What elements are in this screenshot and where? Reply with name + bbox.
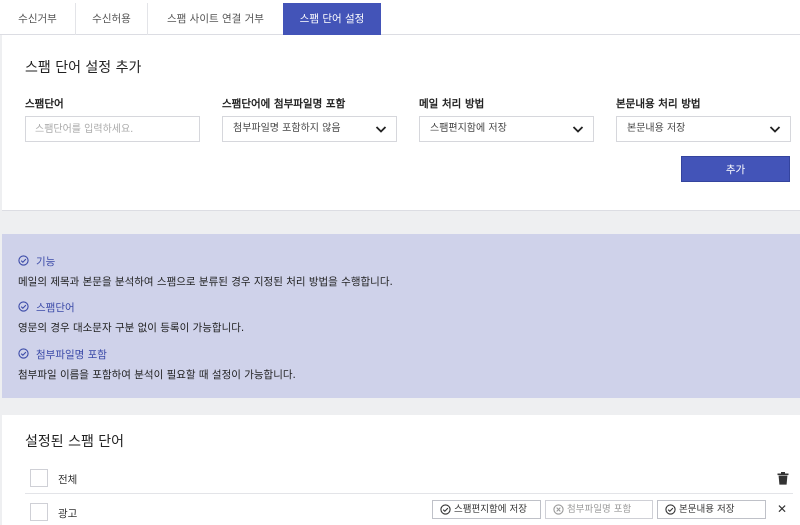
- attach-action-chip[interactable]: 첨부파일명 포함: [545, 500, 653, 519]
- table-row: 광고 스팸편지함에 저장 첨부파일명 포함 본문내용 저장 ✕: [25, 493, 793, 525]
- body-action-chip[interactable]: 본문내용 저장: [657, 500, 766, 519]
- trash-icon[interactable]: [777, 472, 789, 485]
- tab-receive-allow[interactable]: 수신허용: [75, 3, 147, 35]
- row-checkbox[interactable]: [30, 503, 48, 521]
- select-all-checkbox[interactable]: [30, 469, 48, 487]
- spam-word-input[interactable]: [25, 116, 200, 142]
- mail-action-label: 메일 처리 방법: [419, 98, 485, 110]
- attach-include-value: 첨부파일명 포함하지 않음: [233, 123, 341, 134]
- tab-receive-block[interactable]: 수신거부: [0, 3, 75, 35]
- add-panel-title: 스팸 단어 설정 추가: [25, 60, 142, 76]
- check-circle-icon: [18, 255, 29, 266]
- info-panel: 기능 메일의 제목과 본문을 분석하여 스팸으로 분류된 경우 지정된 처리 방…: [2, 234, 800, 398]
- mail-action-chip-label: 스팸편지함에 저장: [454, 504, 527, 515]
- info-description: 메일의 제목과 본문을 분석하여 스팸으로 분류된 경우 지정된 처리 방법을 …: [18, 276, 393, 288]
- info-heading-text: 첨부파일명 포함: [36, 349, 107, 361]
- body-action-chip-label: 본문내용 저장: [679, 504, 735, 515]
- add-button[interactable]: 추가: [681, 156, 790, 182]
- info-description: 첨부파일 이름을 포함하여 분석이 필요할 때 설정이 가능합니다.: [18, 369, 296, 381]
- body-action-value: 본문내용 저장: [627, 123, 686, 134]
- info-heading-text: 기능: [36, 256, 56, 268]
- add-spam-word-panel: 스팸 단어 설정 추가 스팸단어 스팸단어에 첨부파일명 포함 첨부파일명 포함…: [2, 35, 800, 211]
- chevron-down-icon: [572, 126, 584, 133]
- select-all-label: 전체: [58, 474, 78, 486]
- check-circle-icon: [18, 348, 29, 359]
- check-circle-icon: [440, 504, 451, 515]
- body-action-select[interactable]: 본문내용 저장: [616, 116, 791, 142]
- spam-word-value: 광고: [58, 508, 78, 520]
- mail-action-chip[interactable]: 스팸편지함에 저장: [432, 500, 541, 519]
- x-circle-icon: [553, 504, 564, 515]
- info-description: 영문의 경우 대소문자 구분 없이 등록이 가능합니다.: [18, 322, 245, 334]
- mail-action-value: 스팸편지함에 저장: [430, 123, 507, 134]
- spam-word-list-panel: 설정된 스팸 단어 전체 광고 스팸편지함에 저장 첨부파일명 포함 본문내용 …: [2, 415, 800, 525]
- mail-action-select[interactable]: 스팸편지함에 저장: [419, 116, 594, 142]
- tab-spam-word-settings[interactable]: 스팸 단어 설정: [283, 3, 381, 35]
- delete-row-icon[interactable]: ✕: [777, 502, 787, 516]
- list-title: 설정된 스팸 단어: [25, 434, 125, 450]
- check-circle-icon: [18, 301, 29, 312]
- attach-action-chip-label: 첨부파일명 포함: [567, 504, 632, 515]
- attach-include-select[interactable]: 첨부파일명 포함하지 않음: [222, 116, 397, 142]
- tab-spam-site-block[interactable]: 스팸 사이트 연결 거부: [147, 3, 283, 35]
- chevron-down-icon: [375, 126, 387, 133]
- spam-word-label: 스팸단어: [25, 98, 64, 110]
- tab-bar: 수신거부 수신허용 스팸 사이트 연결 거부 스팸 단어 설정: [0, 0, 800, 35]
- chevron-down-icon: [769, 126, 781, 133]
- info-heading-text: 스팸단어: [36, 302, 75, 314]
- list-header-row: 전체: [25, 462, 793, 494]
- attach-include-label: 스팸단어에 첨부파일명 포함: [222, 98, 346, 110]
- body-action-label: 본문내용 처리 방법: [616, 98, 701, 110]
- check-circle-icon: [665, 504, 676, 515]
